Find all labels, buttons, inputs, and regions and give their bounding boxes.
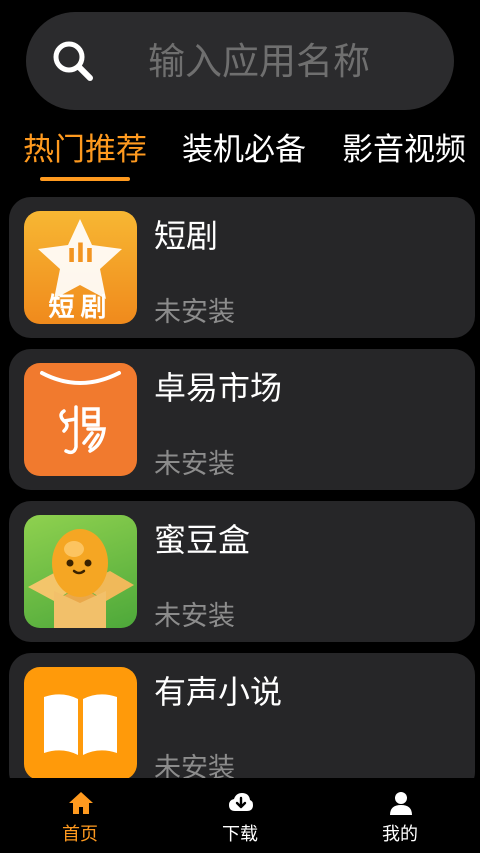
bottom-navigation: 首页 下载 我的 xyxy=(0,778,480,853)
tab-essentials[interactable]: 装机必备 xyxy=(182,128,306,172)
search-icon xyxy=(53,41,93,81)
search-input[interactable] xyxy=(148,38,458,84)
app-name: 有声小说 xyxy=(154,673,283,711)
nav-home[interactable]: 首页 xyxy=(30,778,130,853)
home-icon xyxy=(69,792,93,814)
download-icon xyxy=(229,793,253,811)
app-list[interactable]: ılı 短剧 短剧 未安装 卓易市场 未安装 蜜豆盒 未安装 有声小说 未安装 xyxy=(0,196,480,778)
search-bar[interactable] xyxy=(26,12,458,110)
midou-box-app-icon xyxy=(24,515,137,628)
app-name: 卓易市场 xyxy=(154,369,283,407)
zhuoyi-market-app-icon xyxy=(24,363,137,476)
profile-icon xyxy=(390,792,412,815)
tab-hot-recommend[interactable]: 热门推荐 xyxy=(23,128,147,172)
nav-profile[interactable]: 我的 xyxy=(350,778,450,853)
list-item[interactable]: 卓易市场 未安装 xyxy=(9,349,475,490)
app-name: 短剧 xyxy=(154,217,219,255)
list-item[interactable]: ılı 短剧 短剧 未安装 xyxy=(9,197,475,338)
book-app-icon xyxy=(24,667,137,778)
active-tab-indicator xyxy=(40,177,130,181)
nav-download-label: 下载 xyxy=(222,824,258,845)
install-status: 未安装 xyxy=(154,297,235,328)
install-status: 未安装 xyxy=(154,449,235,480)
nav-profile-label: 我的 xyxy=(382,824,418,845)
install-status: 未安装 xyxy=(154,601,235,632)
nav-home-label: 首页 xyxy=(62,824,98,845)
category-tabs: 热门推荐 装机必备 影音视频 xyxy=(0,128,480,184)
short-drama-app-icon: ılı 短剧 xyxy=(24,211,137,324)
nav-download[interactable]: 下载 xyxy=(190,778,290,853)
short-drama-icon-mark: ılı xyxy=(67,239,94,269)
list-item[interactable]: 蜜豆盒 未安装 xyxy=(9,501,475,642)
app-store-screen: 热门推荐 装机必备 影音视频 ılı 短剧 短剧 未安装 xyxy=(0,0,480,853)
install-status: 未安装 xyxy=(154,753,235,778)
tab-video-audio[interactable]: 影音视频 xyxy=(342,128,466,172)
list-item[interactable]: 有声小说 未安装 xyxy=(9,653,475,778)
app-name: 蜜豆盒 xyxy=(154,521,251,559)
short-drama-icon-text: 短剧 xyxy=(48,293,113,323)
